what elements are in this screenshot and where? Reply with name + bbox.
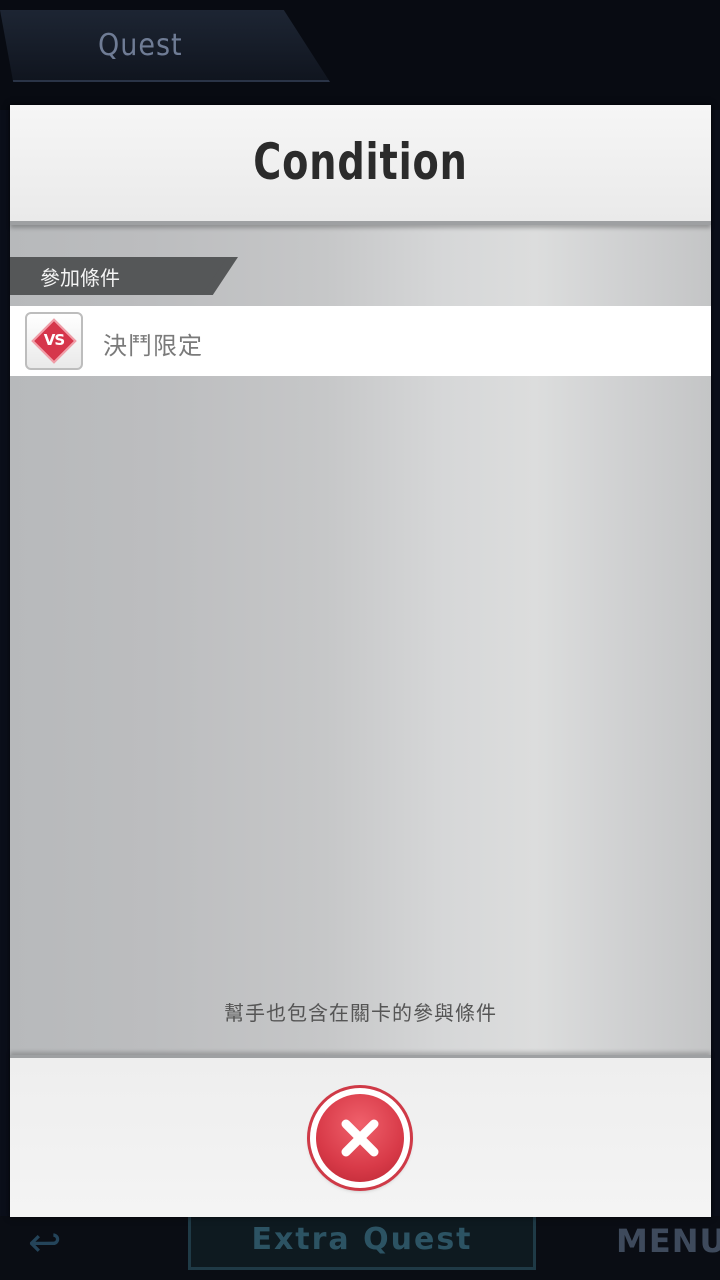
condition-row: VS 決鬥限定 [10, 306, 711, 376]
close-button[interactable] [310, 1088, 410, 1188]
close-icon [341, 1119, 379, 1157]
dialog-title: Condition [253, 133, 468, 191]
section-label: 參加條件 [40, 266, 120, 290]
condition-dialog: Condition 參加條件 VS 決鬥限定 幫手也包含在關卡的參與條件 [10, 105, 711, 1217]
menu-button: MENU [616, 1222, 720, 1260]
vs-icon: VS [25, 312, 83, 370]
helper-note: 幫手也包含在關卡的參與條件 [224, 1001, 497, 1025]
condition-label: 決鬥限定 [103, 332, 203, 360]
close-button-face[interactable] [316, 1094, 404, 1182]
back-arrow-icon: ↩ [28, 1220, 62, 1266]
dialog-header: Condition [10, 105, 711, 225]
vs-icon-text: VS [43, 331, 65, 349]
dialog-footer [10, 1055, 711, 1217]
quest-tab-label: Quest [98, 28, 183, 63]
extra-quest-button: Extra Quest [188, 1210, 536, 1270]
